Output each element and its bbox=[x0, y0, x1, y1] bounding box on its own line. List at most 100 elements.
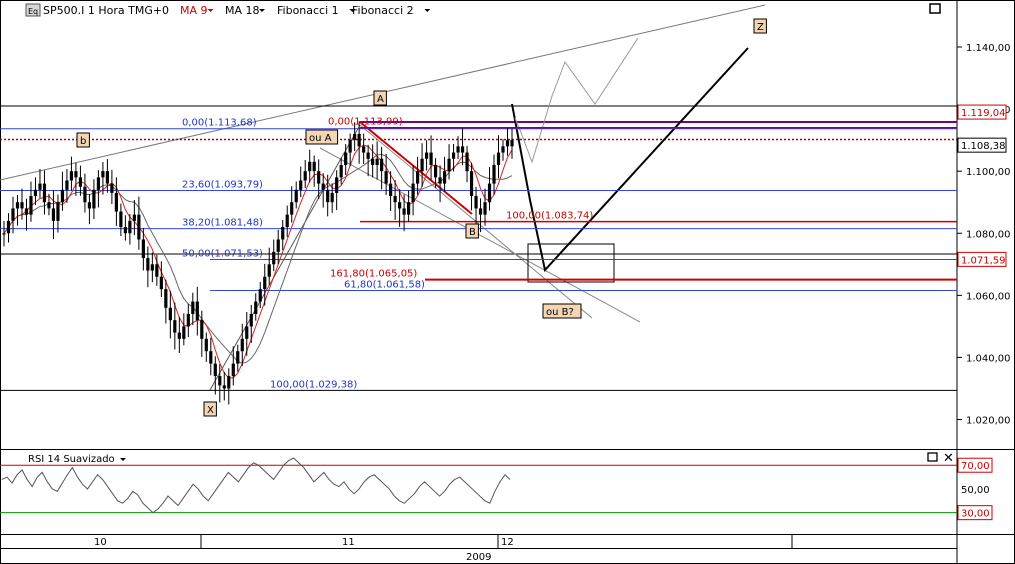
wave-label: b bbox=[80, 136, 86, 147]
candle-body bbox=[47, 202, 51, 209]
price-tick-label: 1.080,00 bbox=[966, 229, 1011, 240]
candle-body bbox=[83, 186, 87, 203]
candle-body bbox=[137, 214, 141, 240]
indicator-tabs[interactable]: MA 9 MA 18 Fibonacci 1 Fibonacci 2 bbox=[180, 4, 431, 17]
candle-body bbox=[344, 152, 348, 165]
price-tick-label: 1.060,00 bbox=[966, 291, 1011, 302]
candle-body bbox=[6, 220, 11, 234]
rsi-level-label: 30,00 bbox=[961, 509, 990, 520]
candle-body bbox=[496, 152, 501, 165]
rsi-series bbox=[1, 457, 511, 514]
candle-body bbox=[236, 351, 240, 364]
price-badge-label: 1.119,04 bbox=[961, 108, 1006, 119]
indicator-tab[interactable]: Fibonacci 2 bbox=[352, 4, 414, 17]
candle-body bbox=[357, 133, 361, 147]
rsi-title[interactable]: RSI 14 Suavizado bbox=[28, 454, 115, 465]
candle-body bbox=[290, 202, 294, 215]
price-badge-label: 1.108,38 bbox=[961, 141, 1006, 152]
indicator-tab[interactable]: Fibonacci 1 bbox=[277, 4, 339, 17]
candle-body bbox=[231, 363, 235, 377]
chart-header: Eq SP500.I 1 Hora TMG+0 MA 9 MA 18 Fibonac… bbox=[25, 3, 431, 17]
wave-label: ou A bbox=[309, 133, 332, 144]
candle-body bbox=[438, 177, 442, 184]
indicator-tab[interactable]: MA 9 bbox=[180, 4, 208, 17]
candle-body bbox=[200, 320, 204, 339]
candle-body bbox=[487, 183, 492, 203]
dropdown-caret-icon[interactable] bbox=[259, 9, 265, 12]
candle-body bbox=[2, 233, 6, 235]
candle-body bbox=[501, 146, 505, 153]
price-tick-label: 1.020,00 bbox=[966, 416, 1011, 427]
rsi-maximize-icon[interactable] bbox=[927, 452, 938, 462]
candle-body bbox=[469, 171, 474, 197]
dropdown-caret-icon[interactable] bbox=[424, 9, 431, 12]
price-tick-label: 1.100,00 bbox=[966, 167, 1011, 178]
indicator-tab[interactable]: MA 18 bbox=[225, 4, 260, 17]
fib2-level-label: 161,80(1.065,05) bbox=[330, 269, 417, 280]
drawing-layer bbox=[0, 4, 957, 391]
candle-body bbox=[478, 208, 483, 215]
candle-body bbox=[173, 320, 177, 333]
candle-body bbox=[222, 385, 226, 389]
symbol-label[interactable]: SP500.I 1 Hora TMG+0 bbox=[43, 4, 169, 17]
rsi-dropdown-icon[interactable] bbox=[120, 458, 126, 461]
candle-body bbox=[407, 202, 411, 215]
candle-body bbox=[29, 196, 33, 215]
candle-body bbox=[389, 183, 393, 197]
candle-body bbox=[240, 338, 244, 352]
candle-body bbox=[353, 133, 357, 141]
candle-body bbox=[51, 208, 56, 221]
dropdown-caret-icon[interactable] bbox=[207, 9, 214, 12]
candle-body bbox=[258, 289, 262, 302]
candle-body bbox=[398, 202, 402, 209]
candle-body bbox=[330, 192, 334, 203]
rsi-level-label: 70,00 bbox=[961, 461, 990, 472]
candle-body bbox=[213, 363, 217, 377]
candle-body bbox=[483, 202, 487, 215]
candle-body bbox=[20, 202, 24, 209]
candle-body bbox=[123, 227, 127, 234]
fib1-level-label: 50,00(1.071,53) bbox=[182, 249, 263, 260]
wave-label-layer: b X Aou A Bou B? Z bbox=[76, 18, 767, 417]
fib1-level-label: 0,00(1.113,68) bbox=[182, 118, 257, 129]
maximize-icon[interactable] bbox=[929, 3, 941, 14]
fib1-level-label: 61,80(1.061,58) bbox=[344, 279, 425, 290]
candle-body bbox=[128, 220, 132, 234]
candle-body bbox=[146, 258, 150, 271]
price-tick-label: 1.040,00 bbox=[966, 353, 1011, 364]
candle-body bbox=[375, 158, 379, 165]
price-badges: 1.119,04 1.108,38 1.071,59 bbox=[957, 104, 1007, 267]
candle-body bbox=[335, 177, 339, 193]
projection-path-gray[interactable] bbox=[514, 37, 639, 164]
candle-body bbox=[249, 313, 253, 327]
candle-body bbox=[24, 208, 29, 215]
candle-body bbox=[110, 183, 114, 193]
candle-body bbox=[424, 152, 429, 159]
projection-path-black[interactable] bbox=[511, 47, 749, 273]
candle-body bbox=[505, 140, 510, 147]
candle-body bbox=[393, 196, 397, 203]
symbol-icon-label: Eq bbox=[28, 7, 38, 16]
year-label: 2009 bbox=[466, 552, 491, 563]
candle-body bbox=[254, 301, 258, 314]
candle-body bbox=[218, 376, 222, 386]
candle-body bbox=[60, 189, 65, 203]
candle-body bbox=[101, 171, 105, 178]
rsi-close-icon[interactable]: ✕ bbox=[943, 451, 954, 466]
candle-body bbox=[362, 146, 366, 153]
rsi-axis: 70,00 50,00 30,00 bbox=[957, 457, 993, 521]
candle-body bbox=[114, 192, 118, 212]
candle-body bbox=[56, 202, 60, 221]
candle-layer bbox=[2, 121, 514, 405]
price-tick-label: 1.140,00 bbox=[966, 43, 1011, 54]
candle-body bbox=[267, 264, 271, 277]
price-axis[interactable]: 1.140,001.120,001.100,001.080,001.060,00… bbox=[957, 43, 1011, 427]
candle-body bbox=[11, 208, 15, 221]
day-label: 11 bbox=[342, 537, 355, 548]
candle-body bbox=[69, 171, 74, 181]
candle-body bbox=[380, 158, 384, 172]
candle-body bbox=[191, 301, 195, 314]
candle-body bbox=[209, 351, 213, 364]
candle-body bbox=[132, 214, 136, 221]
candle-body bbox=[285, 214, 289, 228]
